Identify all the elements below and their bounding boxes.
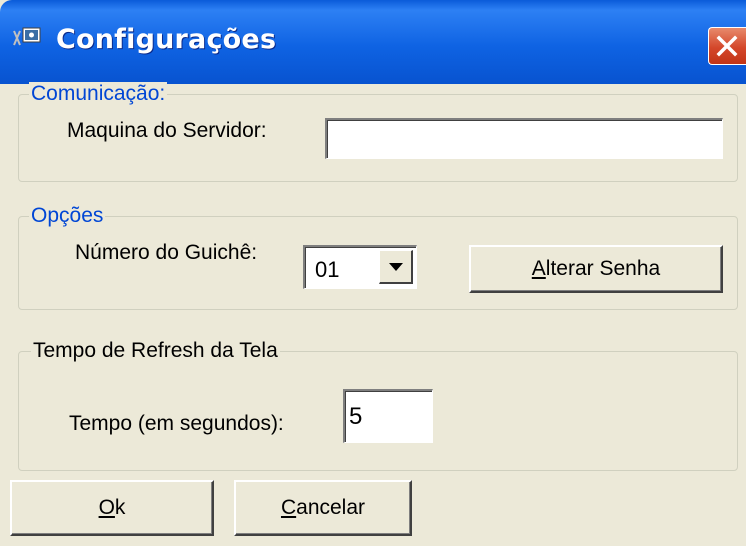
numero-guiche-select[interactable]: 01 [303,245,417,289]
title-bar[interactable]: Configurações [0,0,746,84]
dialog-body: Comunicação: Maquina do Servidor: Opções… [0,82,746,546]
close-icon [716,35,738,57]
opcoes-legend: Opções [29,204,106,228]
ok-label: k [114,496,126,519]
chevron-down-icon [388,262,403,271]
comunicacao-group: Comunicação: Maquina do Servidor: [18,82,738,182]
ok-mnemonic: O [98,496,115,519]
opcoes-group: Opções Número do Guichê: 01 Alterar Senh… [18,204,738,310]
refresh-group: Tempo de Refresh da Tela Tempo (em segun… [18,339,738,471]
ok-button[interactable]: Ok [10,480,214,536]
numero-guiche-value: 01 [315,257,340,282]
refresh-legend: Tempo de Refresh da Tela [31,339,280,363]
maquina-servidor-label: Maquina do Servidor: [67,119,267,142]
cancelar-label: ancelar [296,496,366,519]
cancelar-mnemonic: C [280,496,297,519]
numero-guiche-label: Número do Guichê: [75,241,258,264]
alterar-senha-button[interactable]: Alterar Senha [469,245,723,293]
alterar-senha-mnemonic: A [531,257,546,280]
tempo-segundos-label: Tempo (em segundos): [69,412,284,435]
cancelar-button[interactable]: Cancelar [234,480,412,536]
configuracoes-dialog: Configurações Comunicação: Maquina do Se… [0,0,746,546]
window-title: Configurações [56,24,277,55]
tempo-segundos-input[interactable] [343,389,433,443]
app-icon [13,27,41,46]
alterar-senha-label: lterar Senha [545,257,661,280]
numero-guiche-dropdown-button[interactable] [379,250,413,284]
maquina-servidor-input[interactable] [325,118,723,159]
close-button[interactable] [708,27,746,65]
comunicacao-legend: Comunicação: [29,82,168,106]
